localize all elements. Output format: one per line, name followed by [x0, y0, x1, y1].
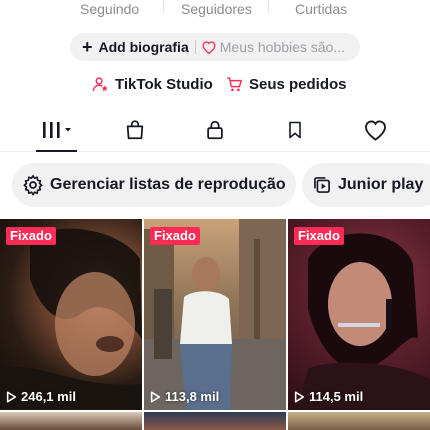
view-count-text: 246,1 mil — [21, 389, 76, 404]
heart-outline-icon — [202, 40, 216, 54]
profile-stats: Seguindo Seguidores Curtidas — [0, 0, 430, 22]
view-count-text: 114,5 mil — [309, 389, 364, 404]
profile-tabs — [0, 112, 430, 152]
manage-playlists-button[interactable]: Gerenciar listas de reprodução — [12, 163, 296, 207]
tab-liked[interactable] — [355, 116, 395, 144]
manage-playlists-label: Gerenciar listas de reprodução — [50, 176, 286, 193]
gear-icon — [23, 175, 43, 196]
tab-saved[interactable] — [275, 116, 315, 144]
playlist-junior-play[interactable]: Junior play — [302, 163, 430, 207]
junior-play-label: Junior play — [338, 176, 424, 193]
view-count: 113,8 mil — [150, 389, 219, 404]
view-count-text: 113,8 mil — [165, 389, 220, 404]
thumbnail-image — [0, 228, 142, 410]
bag-icon — [126, 120, 144, 140]
bio-hint-text: Meus hobbies são... — [219, 39, 346, 55]
play-icon — [294, 391, 305, 402]
play-icon — [6, 391, 17, 402]
orders-label: Seus pedidos — [249, 76, 347, 93]
following-label[interactable]: Seguindo — [80, 1, 139, 17]
view-count: 246,1 mil — [6, 389, 76, 404]
thumbnail-image — [298, 233, 430, 410]
video-grid: Fixado 246,1 mil Fixado 113,8 mil Fixado… — [0, 219, 430, 430]
pinned-badge: Fixado — [6, 227, 56, 245]
profile-links: TikTok Studio Seus pedidos — [0, 76, 430, 98]
heart-icon — [364, 120, 386, 141]
divider — [194, 40, 196, 54]
tab-videos[interactable] — [37, 116, 77, 144]
active-tab-indicator — [36, 150, 77, 152]
likes-label[interactable]: Curtidas — [295, 1, 347, 17]
video-thumbnail[interactable] — [144, 412, 286, 430]
tiktok-studio-label: TikTok Studio — [115, 76, 213, 93]
followers-label[interactable]: Seguidores — [181, 1, 252, 17]
video-thumbnail[interactable]: Fixado 113,8 mil — [144, 219, 286, 410]
add-bio-button[interactable]: + Add biografia Meus hobbies são... — [70, 33, 360, 61]
tiktok-studio-link[interactable]: TikTok Studio — [92, 76, 213, 93]
pinned-badge: Fixado — [150, 227, 200, 245]
add-bio-label: Add biografia — [98, 39, 189, 55]
play-icon — [150, 391, 161, 402]
playlist-icon — [314, 177, 330, 193]
tab-private[interactable] — [195, 116, 235, 144]
pinned-badge: Fixado — [294, 227, 344, 245]
tab-shop[interactable] — [115, 116, 155, 144]
lock-icon — [207, 120, 223, 140]
cart-icon — [227, 77, 242, 92]
orders-link[interactable]: Seus pedidos — [226, 76, 347, 93]
creator-icon — [92, 77, 108, 92]
bookmark-icon — [289, 121, 301, 139]
video-thumbnail[interactable]: Fixado 246,1 mil — [0, 219, 142, 410]
videos-grid-icon — [43, 122, 71, 138]
thumbnail-image — [144, 219, 286, 410]
video-thumbnail[interactable] — [288, 412, 430, 430]
divider — [268, 0, 269, 12]
view-count: 114,5 mil — [294, 389, 363, 404]
plus-icon: + — [82, 37, 93, 57]
video-thumbnail[interactable]: Fixado 114,5 mil — [288, 219, 430, 410]
divider — [163, 0, 164, 12]
video-thumbnail[interactable] — [0, 412, 142, 430]
